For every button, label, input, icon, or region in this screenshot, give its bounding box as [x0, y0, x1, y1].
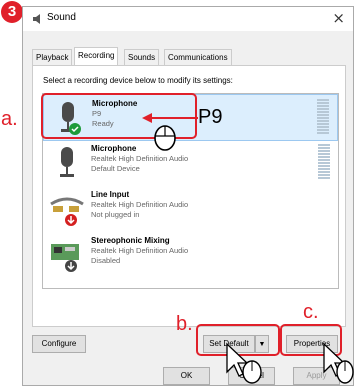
level-meter — [318, 144, 330, 180]
p9-label: P9 — [198, 106, 223, 128]
tab-communications[interactable]: Communications — [164, 49, 232, 66]
tab-playback[interactable]: Playback — [32, 49, 73, 66]
mouse-icon — [154, 125, 176, 151]
tab-sounds[interactable]: Sounds — [124, 49, 160, 66]
speaker-icon — [33, 14, 40, 24]
sound-card-icon — [51, 244, 79, 272]
device-status: Disabled — [91, 256, 121, 265]
device-name: Stereophonic Mixing — [91, 236, 170, 245]
device-description: Realtek High Definition Audio — [91, 154, 189, 163]
device-item-microphone-realtek[interactable]: Microphone Realtek High Definition Audio… — [43, 140, 338, 185]
line-input-cable-icon — [50, 197, 84, 226]
device-description: Realtek High Definition Audio — [91, 200, 189, 209]
title-bar: Sound × — [23, 7, 353, 31]
device-status: Not plugged in — [91, 210, 140, 219]
level-meter — [317, 99, 329, 135]
configure-button[interactable]: Configure — [32, 335, 86, 353]
step-number-badge: 3 — [1, 1, 23, 23]
close-icon[interactable]: × — [332, 9, 345, 27]
instruction-text: Select a recording device below to modif… — [43, 76, 233, 85]
annotation-c-label: c. — [303, 301, 319, 323]
tab-recording[interactable]: Recording — [74, 47, 119, 66]
device-name: Microphone — [91, 144, 137, 153]
ok-button[interactable]: OK — [163, 367, 210, 385]
microphone-icon — [60, 147, 74, 177]
device-description: Realtek High Definition Audio — [91, 246, 189, 255]
cursor-click-icon — [226, 342, 262, 384]
device-name: Line Input — [91, 190, 130, 199]
device-item-stereophonic-mixing[interactable]: Stereophonic Mixing Realtek High Definit… — [43, 232, 338, 277]
device-status: Default Device — [91, 164, 140, 173]
cursor-click-icon — [323, 342, 354, 384]
annotation-b-label: b. — [176, 313, 193, 335]
device-item-line-input[interactable]: Line Input Realtek High Definition Audio… — [43, 186, 338, 231]
window-title: Sound — [47, 12, 76, 23]
annotation-a-label: a. — [1, 108, 18, 130]
